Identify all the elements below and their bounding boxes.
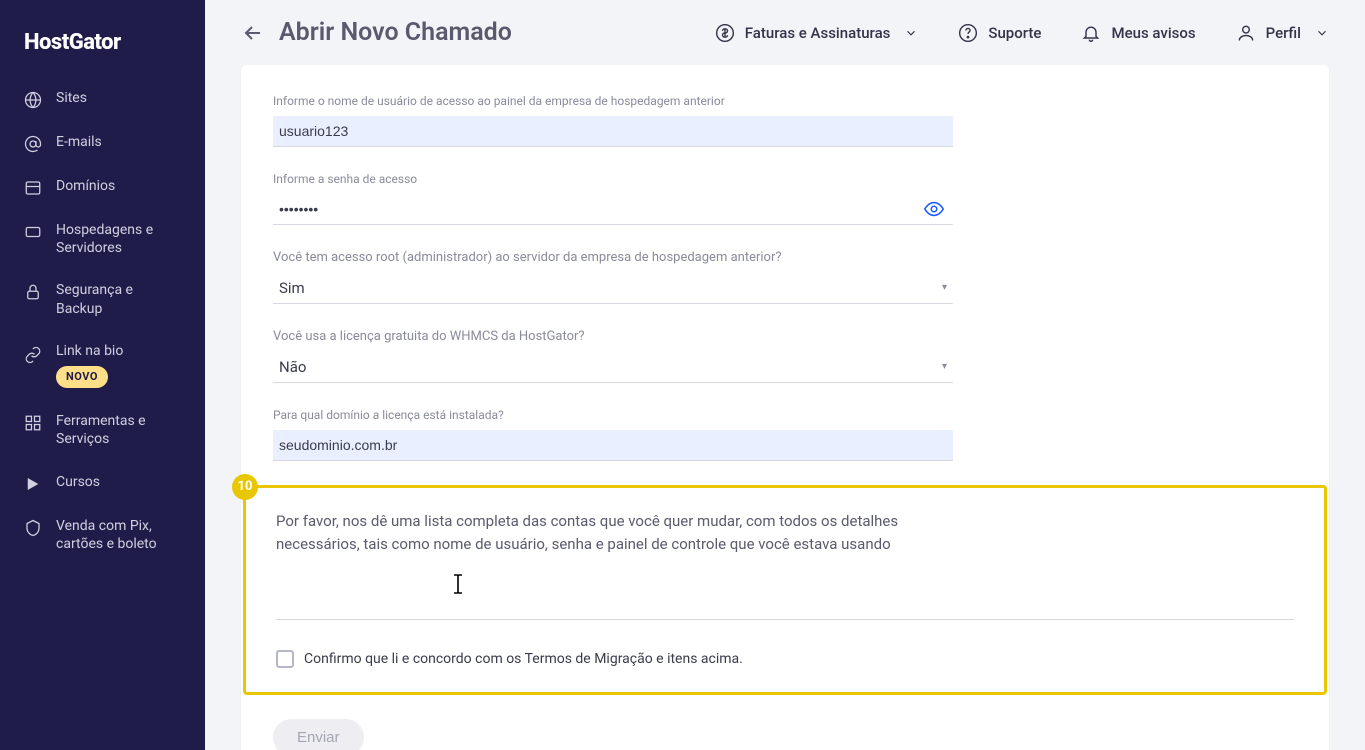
field-label: Informe o nome de usuário de acesso ao p…: [273, 93, 953, 110]
sidebar-item-label: Venda com Pix, cartões e boleto: [56, 517, 181, 553]
accounts-prompt: Por favor, nos dê uma lista completa das…: [276, 510, 936, 557]
sidebar-item-security[interactable]: Segurança e Backup: [0, 269, 205, 329]
sidebar-item-tools[interactable]: Ferramentas e Serviços: [0, 400, 205, 460]
confirm-row: Confirmo que li e concordo com os Termos…: [276, 650, 1294, 668]
sidebar: HostGator Sites E-mails Domínios Hospeda…: [0, 0, 205, 750]
page-title: Abrir Novo Chamado: [279, 18, 512, 47]
domain-field: Para qual domínio a licença está instala…: [273, 407, 953, 461]
accounts-textarea[interactable]: [276, 566, 1294, 620]
main-content: Abrir Novo Chamado Faturas e Assinaturas: [205, 0, 1365, 750]
header-nav-notices[interactable]: Meus avisos: [1081, 23, 1195, 43]
chevron-down-icon: ▾: [942, 282, 953, 293]
sidebar-item-linkbio[interactable]: Link na bio NOVO: [0, 330, 205, 400]
chevron-down-icon: [1315, 26, 1329, 40]
lock-icon: [24, 283, 42, 301]
sidebar-item-label: Hospedagens e Servidores: [56, 221, 181, 257]
domain-icon: [24, 179, 42, 197]
root-access-select[interactable]: Sim ▾: [273, 275, 953, 304]
globe-icon: [24, 91, 42, 109]
back-button[interactable]: [241, 21, 265, 45]
submit-button[interactable]: Enviar: [273, 719, 364, 750]
password-input[interactable]: [273, 194, 915, 224]
step-highlight-box: 10 Por favor, nos dê uma lista completa …: [243, 485, 1327, 696]
whmcs-field: Você usa a licença gratuita do WHMCS da …: [273, 328, 953, 383]
header: Abrir Novo Chamado Faturas e Assinaturas: [205, 0, 1365, 65]
grid-icon: [24, 414, 42, 432]
sidebar-item-label: Cursos: [56, 473, 100, 491]
chevron-down-icon: ▾: [942, 361, 953, 372]
user-icon: [1236, 23, 1256, 43]
shield-icon: [24, 519, 42, 537]
server-icon: [24, 223, 42, 241]
field-label: Para qual domínio a licença está instala…: [273, 407, 953, 424]
sidebar-item-sites[interactable]: Sites: [0, 77, 205, 121]
sidebar-item-label: E-mails: [56, 133, 102, 151]
select-value: Sim: [273, 279, 942, 297]
field-label: Você usa a licença gratuita do WHMCS da …: [273, 328, 953, 346]
username-field: Informe o nome de usuário de acesso ao p…: [273, 93, 953, 147]
header-nav-label: Suporte: [988, 24, 1041, 42]
sidebar-item-label: Ferramentas e Serviços: [56, 412, 181, 448]
logo: HostGator: [0, 20, 205, 77]
form-card: Informe o nome de usuário de acesso ao p…: [241, 65, 1329, 750]
confirm-checkbox[interactable]: [276, 650, 294, 668]
sidebar-item-label: Link na bio NOVO: [56, 342, 123, 388]
link-icon: [24, 346, 42, 364]
chevron-down-icon: [904, 26, 918, 40]
sidebar-item-label: Sites: [56, 89, 87, 107]
sidebar-item-label: Segurança e Backup: [56, 281, 181, 317]
step-number-badge: 10: [232, 474, 258, 500]
at-icon: [24, 135, 42, 153]
new-badge: NOVO: [56, 366, 108, 388]
header-nav-label: Perfil: [1266, 24, 1301, 42]
sidebar-item-courses[interactable]: Cursos: [0, 461, 205, 505]
whmcs-select[interactable]: Não ▾: [273, 354, 953, 383]
bell-icon: [1081, 23, 1101, 43]
header-nav-label: Meus avisos: [1111, 24, 1195, 42]
eye-icon[interactable]: [915, 194, 953, 224]
sidebar-item-hosting[interactable]: Hospedagens e Servidores: [0, 209, 205, 269]
sidebar-item-label: Domínios: [56, 177, 115, 195]
username-input[interactable]: [273, 116, 953, 147]
sidebar-item-emails[interactable]: E-mails: [0, 121, 205, 165]
header-nav-label: Faturas e Assinaturas: [745, 24, 891, 42]
select-value: Não: [273, 358, 942, 376]
domain-input[interactable]: [273, 430, 953, 461]
sidebar-item-domains[interactable]: Domínios: [0, 165, 205, 209]
sidebar-item-payments[interactable]: Venda com Pix, cartões e boleto: [0, 505, 205, 565]
field-label: Você tem acesso root (administrador) ao …: [273, 249, 953, 267]
header-nav-billing[interactable]: Faturas e Assinaturas: [715, 23, 919, 43]
confirm-label: Confirmo que li e concordo com os Termos…: [304, 651, 743, 667]
password-field: Informe a senha de acesso: [273, 171, 953, 225]
field-label: Informe a senha de acesso: [273, 171, 953, 188]
header-nav-support[interactable]: Suporte: [958, 23, 1041, 43]
help-icon: [958, 23, 978, 43]
play-icon: [24, 475, 42, 493]
root-access-field: Você tem acesso root (administrador) ao …: [273, 249, 953, 304]
dollar-icon: [715, 23, 735, 43]
header-nav-profile[interactable]: Perfil: [1236, 23, 1329, 43]
